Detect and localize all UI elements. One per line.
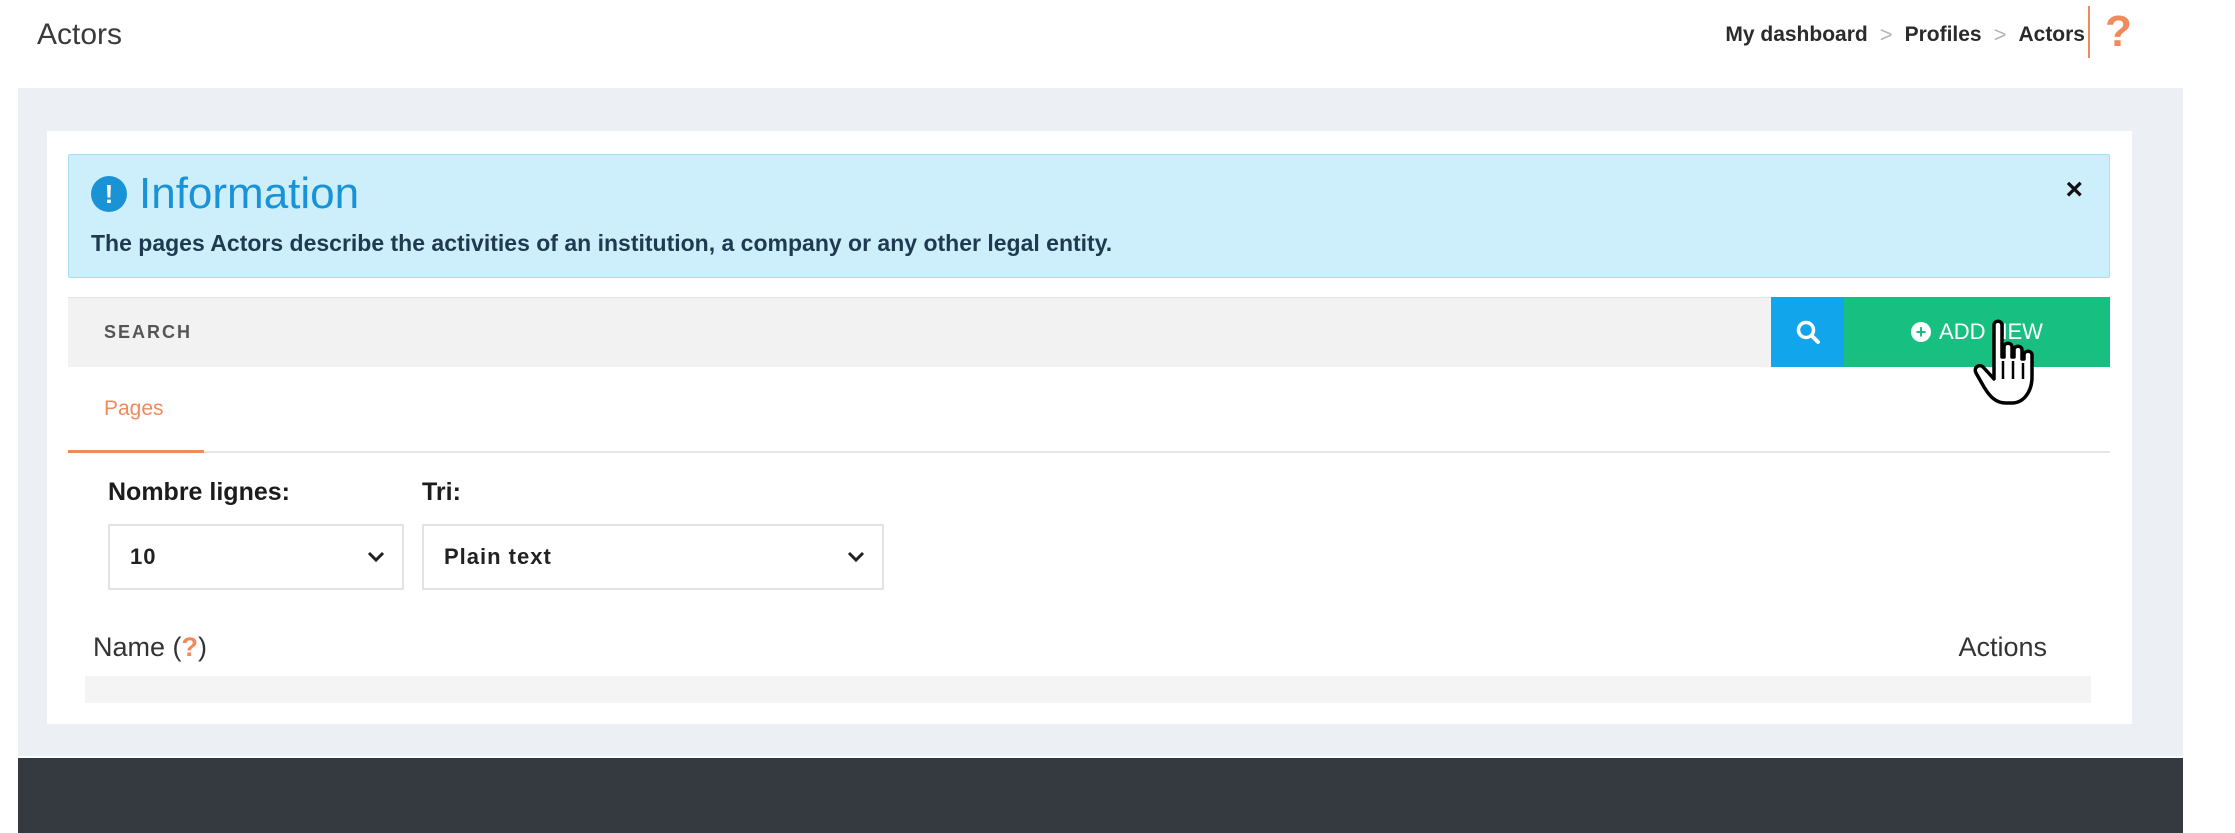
page-title: Actors	[37, 18, 123, 51]
divider	[2088, 6, 2090, 58]
info-alert: ! Information The pages Actors describe …	[68, 154, 2110, 278]
table-empty-row	[85, 676, 2091, 703]
column-header-name: Name (?)	[93, 632, 207, 663]
rows-label: Nombre lignes:	[108, 478, 290, 506]
breadcrumb-actors: Actors	[2018, 23, 2085, 46]
search-icon	[1796, 320, 1820, 344]
tab-pages[interactable]: Pages	[68, 375, 204, 453]
breadcrumb-profiles[interactable]: Profiles	[1905, 23, 1982, 47]
help-icon[interactable]: ?	[2105, 6, 2132, 58]
chevron-right-icon: >	[1879, 22, 1893, 47]
search-button[interactable]	[1771, 297, 1844, 367]
column-header-actions: Actions	[1958, 632, 2047, 662]
breadcrumb-dashboard[interactable]: My dashboard	[1725, 23, 1867, 47]
chevron-down-icon	[367, 551, 385, 563]
tabs: Pages	[68, 375, 2110, 453]
alert-text: The pages Actors describe the activities…	[91, 230, 1113, 256]
sort-select-value: Plain text	[444, 544, 552, 569]
search-label: SEARCH	[104, 322, 193, 342]
rows-select-value: 10	[130, 544, 157, 569]
alert-title: Information	[139, 169, 360, 218]
question-icon[interactable]: ?	[182, 632, 199, 662]
close-icon[interactable]: ×	[2065, 173, 2083, 207]
alert-header: ! Information	[91, 169, 359, 219]
hand-pointer-icon	[1973, 319, 2034, 405]
footer	[18, 758, 2183, 833]
sort-label: Tri:	[422, 478, 461, 506]
breadcrumb: My dashboard > Profiles > Actors	[1725, 20, 2085, 50]
chevron-right-icon: >	[1993, 22, 2007, 47]
plus-circle-icon: +	[1911, 322, 1932, 342]
column-name-close: )	[198, 632, 208, 662]
column-name-label: Name (	[93, 632, 182, 662]
chevron-down-icon	[847, 551, 865, 563]
exclamation-icon: !	[91, 176, 127, 212]
top-bar: Actors My dashboard > Profiles > Actors …	[0, 0, 2235, 88]
rows-select[interactable]: 10	[108, 524, 404, 590]
sort-select[interactable]: Plain text	[422, 524, 884, 590]
